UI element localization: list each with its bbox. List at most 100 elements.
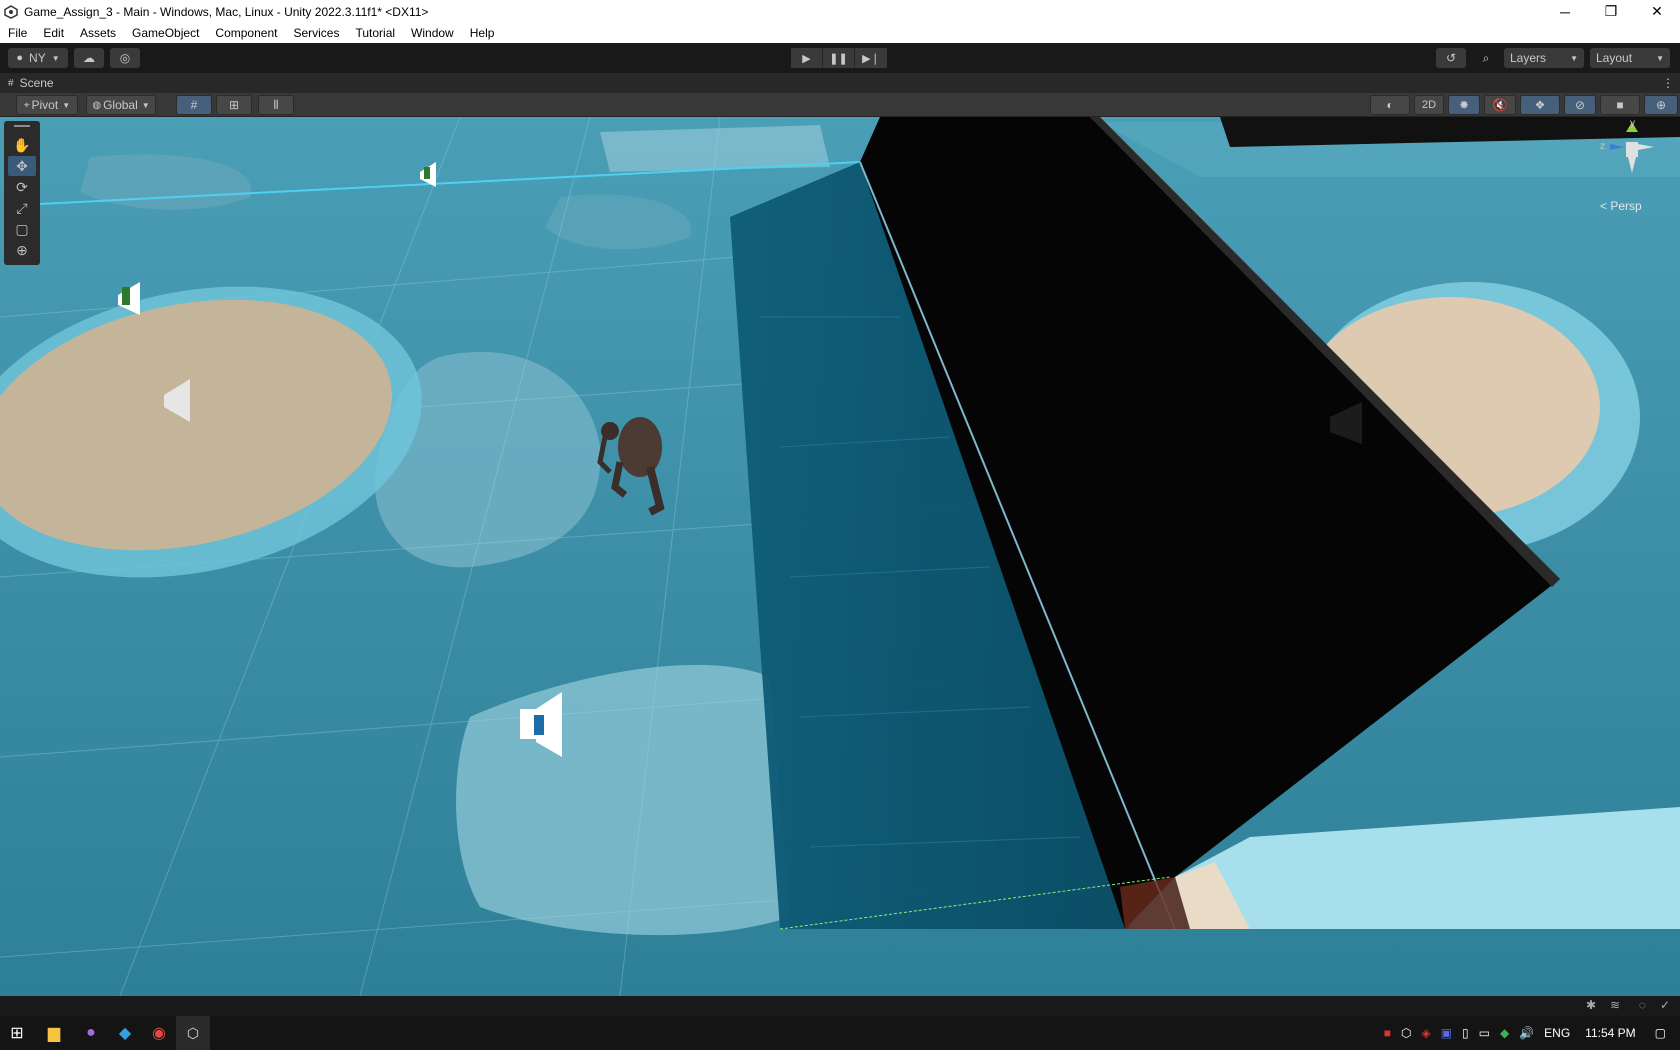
restore-button[interactable]: ❐ bbox=[1588, 0, 1634, 23]
rotate-icon: ⟳ bbox=[16, 178, 28, 195]
scene-toolbar: ⌖ Pivot ▼ ◍ Global ▼ # ⊞ ⫴ ◐ 2D ✹ 🔇 ❖ ⊘ … bbox=[0, 93, 1680, 117]
2d-label: 2D bbox=[1421, 99, 1437, 111]
notification-icon[interactable]: ▢ bbox=[1655, 1026, 1666, 1040]
search-icon: ⌕ bbox=[1482, 50, 1490, 65]
audio-toggle[interactable]: 🔇 bbox=[1484, 95, 1516, 115]
menu-services[interactable]: Services bbox=[285, 26, 347, 40]
scale-icon: ⤢ bbox=[16, 199, 28, 216]
chrome-button[interactable]: ◉ bbox=[142, 1016, 176, 1050]
global-dropdown[interactable]: ◍ Global ▼ bbox=[86, 95, 156, 115]
tab-scene[interactable]: Scene bbox=[20, 76, 54, 90]
gizmo-z-label: z bbox=[1600, 141, 1605, 152]
orientation-gizmo[interactable]: y z < Persp bbox=[1590, 117, 1670, 217]
play-button[interactable]: ▶ bbox=[791, 48, 823, 68]
vscode-button[interactable]: ◆ bbox=[108, 1016, 142, 1050]
grid-snap-button[interactable]: # bbox=[176, 95, 212, 115]
pivot-dropdown[interactable]: ⌖ Pivot ▼ bbox=[16, 95, 78, 115]
chevron-down-icon: ▼ bbox=[62, 100, 71, 110]
language-indicator[interactable]: ENG bbox=[1544, 1026, 1570, 1040]
unity-hub-icon[interactable]: ⬡ bbox=[1401, 1026, 1411, 1040]
layers-stack-icon[interactable]: ≋ bbox=[1610, 998, 1620, 1012]
amd-icon[interactable]: ■ bbox=[1384, 1026, 1391, 1040]
menu-assets[interactable]: Assets bbox=[72, 26, 124, 40]
volume-icon[interactable]: 🔊 bbox=[1519, 1026, 1534, 1040]
layout-dropdown[interactable]: Layout ▼ bbox=[1590, 48, 1670, 68]
pivot-icon: ⌖ bbox=[23, 99, 30, 111]
shading-sphere-icon: ◐ bbox=[1386, 98, 1394, 112]
chrome-icon: ◉ bbox=[152, 1025, 166, 1042]
pause-button[interactable]: ❚❚ bbox=[823, 48, 855, 68]
camera-dropdown[interactable]: ■ bbox=[1600, 95, 1640, 115]
collab-button[interactable]: ◎ bbox=[110, 48, 140, 68]
menu-window[interactable]: Window bbox=[403, 26, 462, 40]
step-icon: ▶❘ bbox=[862, 52, 880, 65]
grid-visibility-button[interactable]: ⊞ bbox=[216, 95, 252, 115]
projection-label[interactable]: < Persp bbox=[1600, 199, 1642, 213]
usb-icon[interactable]: ▯ bbox=[1462, 1026, 1469, 1040]
hidden-objects-toggle[interactable]: ⊘ bbox=[1564, 95, 1596, 115]
2d-toggle[interactable]: 2D bbox=[1414, 95, 1444, 115]
lightbulb-icon: ✹ bbox=[1458, 98, 1470, 112]
chevron-down-icon: ▼ bbox=[1570, 53, 1578, 63]
overlay-grip-icon[interactable] bbox=[14, 125, 30, 127]
move-tool-button[interactable]: ✥ bbox=[8, 156, 36, 176]
layout-label: Layout bbox=[1596, 51, 1633, 65]
file-explorer-button[interactable]: ▆ bbox=[34, 1016, 74, 1050]
progress-icon[interactable]: ◌ bbox=[1639, 998, 1646, 1012]
shield-icon[interactable]: ◆ bbox=[1500, 1026, 1509, 1040]
gizmos-globe-icon: ⊕ bbox=[1655, 98, 1667, 112]
unity-taskbar-button[interactable]: ⬡ bbox=[176, 1016, 210, 1050]
increment-snap-button[interactable]: ⫴ bbox=[258, 95, 294, 115]
menu-file[interactable]: File bbox=[0, 26, 35, 40]
rect-icon: ▢ bbox=[15, 220, 29, 237]
menu-gameobject[interactable]: GameObject bbox=[124, 26, 207, 40]
eye-slash-icon: ⊘ bbox=[1574, 98, 1586, 112]
system-tray: ■ ⬡ ◈ ▣ ▯ ▭ ◆ 🔊 ENG 11:54 PM ▢ bbox=[1379, 1016, 1680, 1050]
close-button[interactable]: ✕ bbox=[1634, 0, 1680, 23]
draw-mode-dropdown[interactable]: ◐ bbox=[1370, 95, 1410, 115]
network-icon[interactable]: ▭ bbox=[1479, 1026, 1490, 1040]
github-button[interactable]: ● bbox=[74, 1016, 108, 1050]
scene-tools-overlay: ✋ ✥ ⟳ ⤢ ▢ ⊕ bbox=[4, 121, 40, 265]
menu-edit[interactable]: Edit bbox=[35, 26, 72, 40]
collab-icon: ◎ bbox=[119, 51, 131, 65]
transform-tool-button[interactable]: ⊕ bbox=[8, 240, 36, 260]
step-button[interactable]: ▶❘ bbox=[855, 48, 887, 68]
account-dropdown[interactable]: ● NY ▼ bbox=[8, 48, 68, 68]
layers-dropdown[interactable]: Layers ▼ bbox=[1504, 48, 1584, 68]
lighting-toggle[interactable]: ✹ bbox=[1448, 95, 1480, 115]
bug-icon[interactable]: ✱ bbox=[1586, 998, 1596, 1012]
hand-icon: ✋ bbox=[13, 136, 31, 153]
menu-component[interactable]: Component bbox=[207, 26, 285, 40]
app-tray-icon[interactable]: ▣ bbox=[1441, 1026, 1452, 1040]
play-icon: ▶ bbox=[802, 52, 811, 65]
scale-tool-button[interactable]: ⤢ bbox=[8, 198, 36, 218]
more-options-icon[interactable]: ⋮ bbox=[1662, 76, 1674, 90]
gizmos-dropdown[interactable]: ⊕ bbox=[1644, 95, 1678, 115]
clock[interactable]: 11:54 PM bbox=[1585, 1026, 1635, 1040]
menu-bar: File Edit Assets GameObject Component Se… bbox=[0, 23, 1680, 43]
effects-dropdown[interactable]: ❖ bbox=[1520, 95, 1560, 115]
status-bar: ✱ ≋ ◌ ✓ bbox=[0, 996, 1680, 1016]
menu-tutorial[interactable]: Tutorial bbox=[347, 26, 403, 40]
scene-render bbox=[0, 117, 1680, 996]
minimize-button[interactable]: ─ bbox=[1542, 0, 1588, 23]
undo-history-button[interactable]: ↺ bbox=[1436, 48, 1466, 68]
globe-icon: ◍ bbox=[92, 99, 102, 111]
hand-tool-button[interactable]: ✋ bbox=[8, 135, 36, 155]
pivot-label: Pivot bbox=[31, 98, 59, 112]
rect-tool-button[interactable]: ▢ bbox=[8, 219, 36, 239]
check-icon[interactable]: ✓ bbox=[1660, 998, 1670, 1012]
menu-help[interactable]: Help bbox=[462, 26, 503, 40]
scene-tab-icon: # bbox=[8, 77, 14, 89]
scene-viewport[interactable]: y z < Persp bbox=[0, 117, 1680, 996]
rotate-tool-button[interactable]: ⟳ bbox=[8, 177, 36, 197]
security-icon[interactable]: ◈ bbox=[1421, 1026, 1430, 1040]
pause-icon: ❚❚ bbox=[829, 52, 848, 65]
cloud-button[interactable]: ☁ bbox=[74, 48, 104, 68]
github-icon: ● bbox=[86, 1024, 96, 1041]
search-button[interactable]: ⌕ bbox=[1472, 48, 1500, 68]
start-button[interactable]: ⊞ bbox=[0, 1016, 34, 1050]
unity-icon: ⬡ bbox=[186, 1024, 200, 1041]
window-title: Game_Assign_3 - Main - Windows, Mac, Lin… bbox=[24, 4, 429, 19]
